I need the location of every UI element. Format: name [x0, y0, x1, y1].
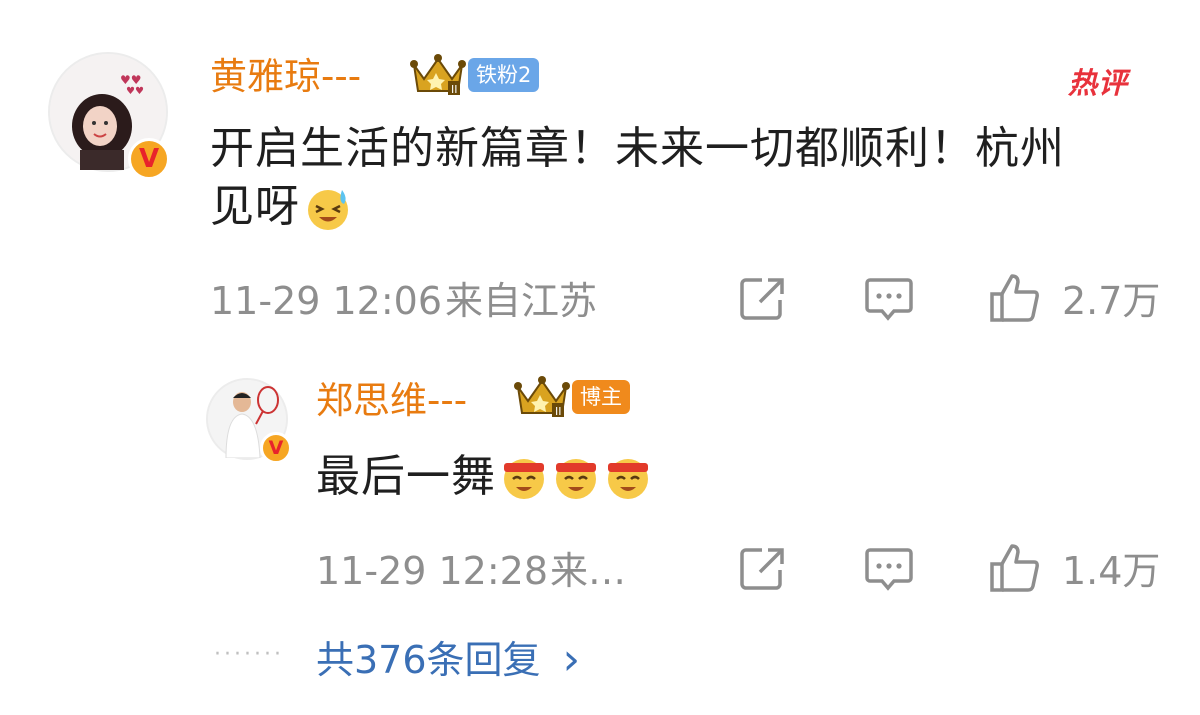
comment-main: ♥♥ ♥♥ V 黄雅琼--- II 铁粉2 热评 开启生活的新篇章！未来一切都顺…	[0, 0, 1200, 360]
verified-v-icon: V	[260, 432, 292, 464]
comment-text-line2-row: 见呀	[210, 178, 354, 236]
comment-icon[interactable]	[864, 276, 914, 324]
location: 来自江苏	[445, 279, 598, 323]
comment-text-line2: 见呀	[210, 181, 300, 232]
svg-text:♥♥: ♥♥	[126, 86, 144, 97]
svg-text:II: II	[451, 83, 458, 96]
crown-icon: II	[514, 376, 570, 418]
laughing-tears-emoji-icon	[308, 190, 348, 230]
comment-text: 最后一舞	[316, 451, 496, 502]
crown-icon: II	[410, 54, 466, 96]
cheer-emoji-icon	[504, 459, 544, 499]
svg-text:II: II	[555, 405, 562, 418]
like-icon[interactable]	[988, 542, 1042, 594]
like-count: 1.4万	[1062, 549, 1161, 593]
fan-badge[interactable]: II 铁粉2	[410, 52, 540, 98]
like-icon[interactable]	[988, 272, 1042, 324]
like-count: 2.7万	[1062, 279, 1161, 323]
emoji-group	[498, 451, 654, 503]
timestamp: 11-29 12:06	[210, 279, 443, 323]
svg-text:♥♥: ♥♥	[120, 73, 142, 87]
fan-level-tag: 铁粉2	[468, 58, 540, 92]
timestamp: 11-29 12:28	[316, 549, 549, 593]
comment-text-row: 最后一舞	[316, 448, 654, 506]
blogger-tag: 博主	[572, 380, 630, 414]
share-icon[interactable]	[738, 546, 786, 592]
cheer-emoji-icon	[556, 459, 596, 499]
verified-v-icon: V	[128, 138, 170, 180]
comment-icon[interactable]	[864, 546, 914, 594]
username[interactable]: 黄雅琼---	[210, 58, 361, 95]
divider-dots: ·······	[214, 642, 284, 667]
view-replies-link[interactable]: 共376条回复 ›	[316, 638, 580, 682]
location: 来…	[550, 549, 627, 593]
username[interactable]: 郑思维---	[316, 382, 467, 419]
comment-reply: V 郑思维--- II 博主 最后一舞 11-29 12:28 来… 1.4万 …	[0, 360, 1200, 715]
cheer-emoji-icon	[608, 459, 648, 499]
role-badge[interactable]: II 博主	[514, 374, 630, 420]
chevron-right-icon: ›	[562, 634, 581, 685]
avatar[interactable]: V	[206, 378, 292, 464]
share-icon[interactable]	[738, 276, 786, 322]
hot-comment-label: 热评	[1068, 66, 1129, 100]
avatar[interactable]: ♥♥ ♥♥ V	[48, 52, 170, 180]
comment-text-line1: 开启生活的新篇章！未来一切都顺利！杭州	[210, 123, 1065, 174]
replies-count-label: 共376条回复	[316, 638, 541, 682]
